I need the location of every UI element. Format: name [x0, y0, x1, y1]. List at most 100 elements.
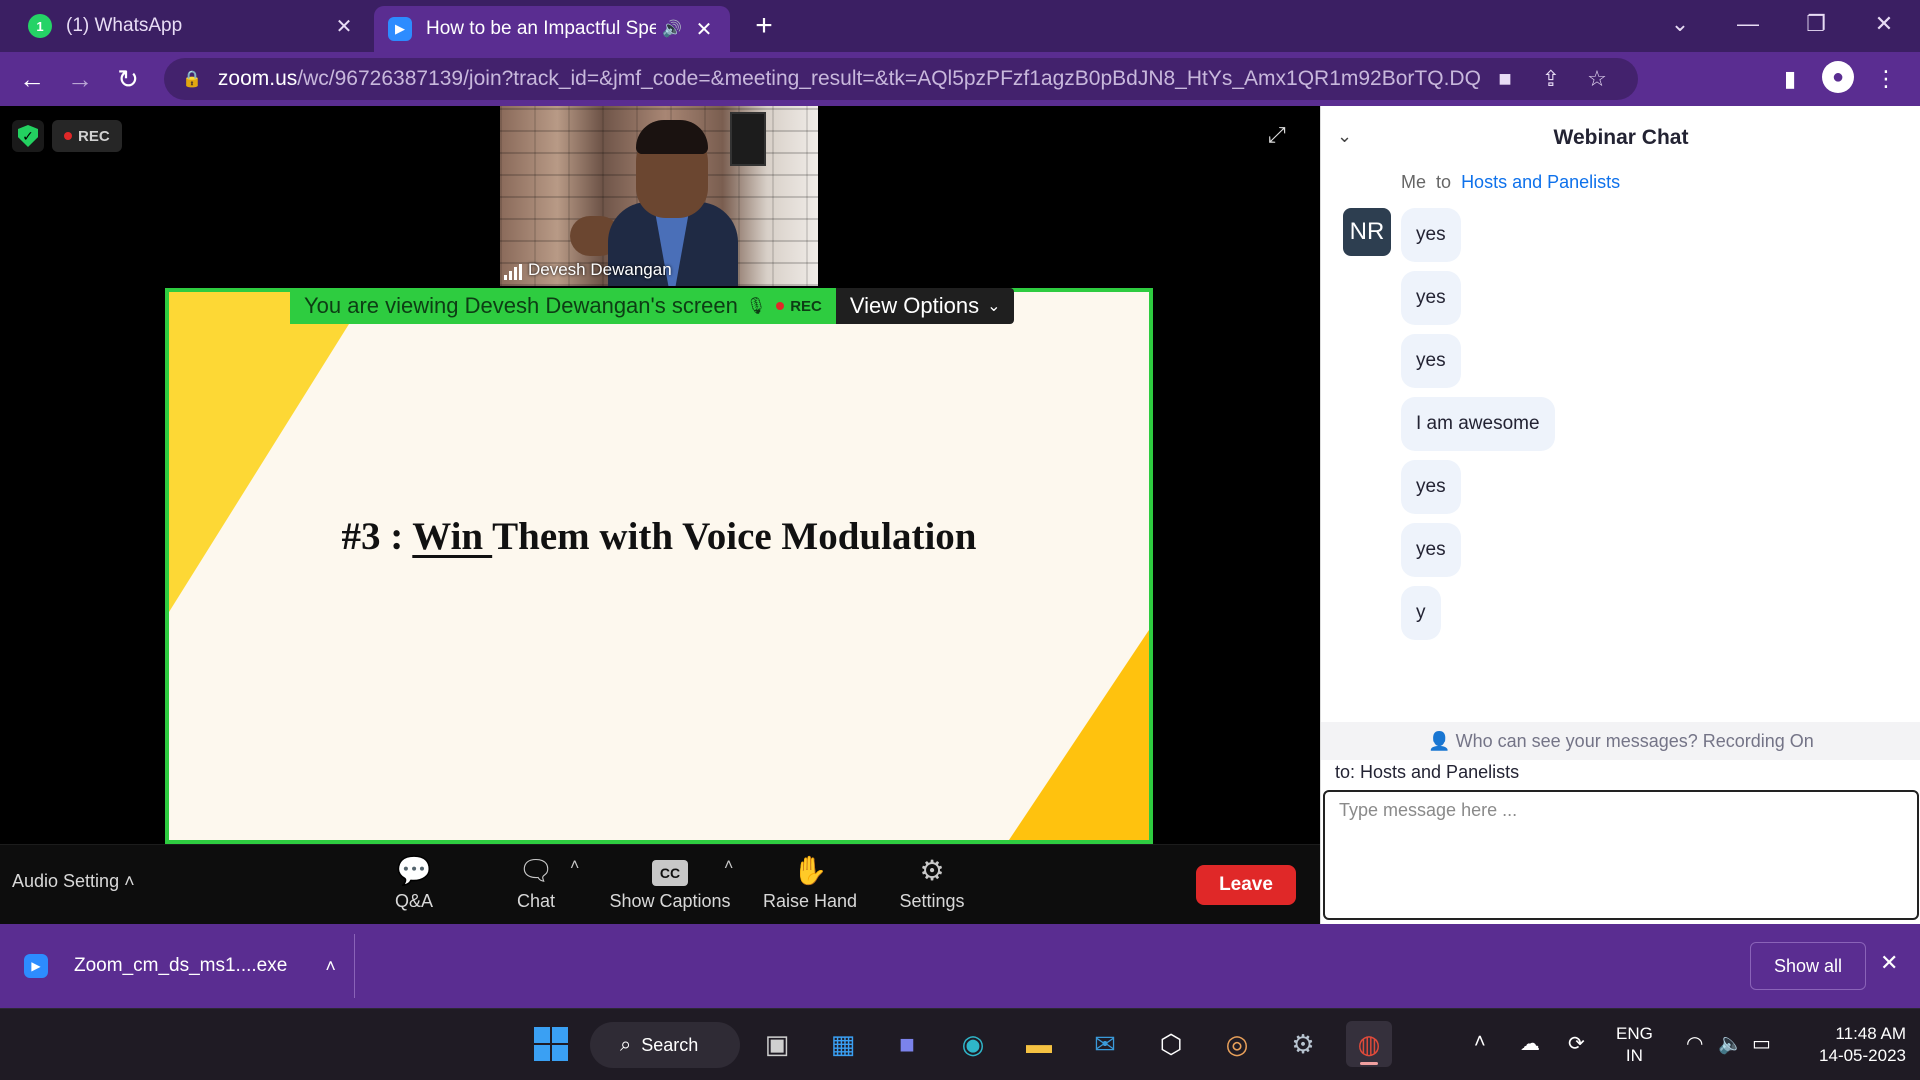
gear-icon: ⚙ — [919, 855, 945, 886]
qa-icon: 💬 — [396, 855, 432, 886]
viewing-banner: You are viewing Devesh Dewangan's screen… — [290, 288, 836, 324]
security-shield-icon[interactable]: ✓ — [12, 120, 44, 152]
screen-share-bar: You are viewing Devesh Dewangan's screen… — [290, 288, 1015, 324]
chevron-down-icon: ⌄ — [987, 298, 1001, 315]
media-player-icon[interactable]: ◎ — [1214, 1021, 1260, 1067]
new-tab-button[interactable]: + — [748, 8, 780, 44]
show-captions-button[interactable]: CC Show Captions ˄ — [600, 853, 740, 912]
raise-hand-button[interactable]: ✋ Raise Hand — [740, 853, 880, 912]
fullscreen-icon[interactable]: ⤢ — [1268, 122, 1286, 148]
clock[interactable]: 11:48 AM 14-05-2023 — [1796, 1023, 1906, 1067]
reload-icon[interactable]: ↻ — [110, 61, 146, 97]
windows-start-icon[interactable] — [528, 1021, 574, 1067]
people-icon: 👤 — [1428, 731, 1451, 751]
leave-button[interactable]: Leave — [1196, 865, 1296, 905]
chat-message: yes — [1401, 208, 1461, 262]
chrome-icon[interactable]: ◍ — [1346, 1021, 1392, 1067]
recording-badge: REC — [52, 120, 122, 152]
chat-message-meta: Me to Hosts and Panelists — [1401, 172, 1621, 192]
profile-avatar-icon[interactable]: ● — [1822, 61, 1854, 93]
app-icon[interactable]: ⬡ — [1148, 1021, 1194, 1067]
meeting-stage: ✓ REC ⤢ Devesh Dewangan #3 : Win Them wi… — [0, 106, 1320, 844]
close-icon[interactable]: ✕ — [1880, 950, 1898, 976]
battery-icon[interactable]: ▭ — [1752, 1031, 1771, 1056]
taskbar-search[interactable]: ⌕ Search — [590, 1022, 740, 1068]
close-tab-icon[interactable]: ✕ — [332, 14, 356, 39]
chevron-up-icon[interactable]: ˄ — [325, 956, 336, 977]
settings-button[interactable]: ⚙ Settings — [862, 853, 1002, 912]
qa-button[interactable]: 💬 Q&A — [344, 853, 484, 912]
restore-button[interactable]: ❐ — [1796, 6, 1836, 42]
webinar-chat-panel: ⌄ Webinar Chat Me to Hosts and Panelists… — [1320, 106, 1920, 924]
teams-chat-icon[interactable]: ■ — [884, 1021, 930, 1067]
forward-icon[interactable]: → — [62, 61, 98, 97]
browser-toolbar: ← → ↻ 🔒 zoom.us/wc/96726387139/join?trac… — [0, 52, 1920, 106]
address-bar[interactable]: 🔒 zoom.us/wc/96726387139/join?track_id=&… — [164, 58, 1638, 100]
sync-icon[interactable]: ⟳ — [1568, 1031, 1585, 1056]
hand-icon: ✋ — [792, 855, 828, 886]
chevron-up-icon[interactable]: ˄ — [1474, 1031, 1486, 1054]
bookmark-star-icon[interactable]: ☆ — [1574, 66, 1620, 92]
audio-setting-button[interactable]: Audio Setting ˄ — [12, 871, 135, 892]
divider — [354, 934, 355, 998]
lock-icon[interactable]: 🔒 — [182, 69, 202, 89]
chevron-up-icon[interactable]: ˄ — [570, 857, 579, 875]
close-window-button[interactable]: ✕ — [1864, 6, 1904, 42]
visibility-note[interactable]: 👤 Who can see your messages? Recording O… — [1321, 722, 1920, 760]
tab-zoom-webinar[interactable]: ▶ How to be an Impactful Spea 🔊 ✕ — [374, 6, 730, 52]
close-tab-icon[interactable]: ✕ — [692, 17, 716, 42]
wifi-icon[interactable]: ◠ — [1686, 1031, 1703, 1056]
mail-icon[interactable]: ✉ — [1082, 1021, 1128, 1067]
recipient-selector[interactable]: to: Hosts and Panelists — [1335, 762, 1519, 783]
share-icon[interactable]: ⇪ — [1528, 66, 1574, 92]
view-options-button[interactable]: View Options ⌄ — [835, 288, 1015, 324]
download-item[interactable]: ▶ Zoom_cm_ds_ms1....exe ˄ — [24, 942, 336, 990]
tab-whatsapp[interactable]: 1 (1) WhatsApp ✕ — [14, 6, 370, 46]
search-icon: ⌕ — [620, 1033, 632, 1056]
minimize-button[interactable]: — — [1728, 6, 1768, 42]
browser-menu-icon[interactable]: ⋮ — [1866, 61, 1906, 97]
chat-icon: 🗨 — [518, 855, 554, 886]
speaker-video-tile[interactable]: Devesh Dewangan — [500, 106, 818, 286]
url-text: zoom.us/wc/96726387139/join?track_id=&jm… — [217, 67, 1482, 90]
chat-message: yes — [1401, 523, 1461, 577]
browser-tab-strip: 1 (1) WhatsApp ✕ ▶ How to be an Impactfu… — [0, 0, 1920, 52]
zoom-icon: ▶ — [388, 17, 412, 41]
message-input[interactable] — [1323, 790, 1919, 920]
tab-title: (1) WhatsApp — [66, 15, 183, 36]
download-filename: Zoom_cm_ds_ms1....exe — [74, 955, 288, 976]
widgets-icon[interactable]: ▦ — [820, 1021, 866, 1067]
windows-taskbar: ⌕ Search ▣ ▦ ■ ◉ ▬ ✉ ⬡ ◎ ⚙ ◍ ˄ ☁ ⟳ ENG IN … — [0, 1008, 1920, 1080]
language-indicator[interactable]: ENG IN — [1616, 1023, 1653, 1067]
chat-message-list: yes yes yes I am awesome yes yes y — [1401, 208, 1555, 649]
chat-button[interactable]: 🗨 Chat ˄ — [466, 853, 606, 912]
signal-strength-icon — [504, 264, 522, 280]
camera-icon[interactable]: ■ — [1482, 66, 1528, 92]
shared-screen: #3 : Win Them with Voice Modulation — [165, 288, 1153, 844]
captions-icon: CC — [652, 859, 688, 886]
whatsapp-icon: 1 — [28, 14, 52, 38]
show-all-button[interactable]: Show all — [1750, 942, 1866, 990]
chat-message: y — [1401, 586, 1441, 640]
tab-title: How to be an Impactful Spea — [426, 18, 657, 39]
file-explorer-icon[interactable]: ▬ — [1016, 1021, 1062, 1067]
onedrive-icon[interactable]: ☁ — [1520, 1031, 1540, 1056]
speaker-icon[interactable]: 🔊 — [662, 19, 682, 39]
chat-title: Webinar Chat — [1553, 126, 1689, 149]
chevron-up-icon[interactable]: ˄ — [724, 857, 733, 875]
back-icon[interactable]: ← — [14, 61, 50, 97]
chat-message: yes — [1401, 271, 1461, 325]
meeting-controls: Audio Setting ˄ 💬 Q&A 🗨 Chat ˄ CC Show Capt… — [0, 844, 1320, 924]
tab-search-icon[interactable]: ⌄ — [1660, 6, 1700, 42]
speaker-name-label: Devesh Dewangan — [504, 260, 672, 280]
task-view-icon[interactable]: ▣ — [754, 1021, 800, 1067]
zoom-icon: ▶ — [24, 954, 48, 978]
slide-title: #3 : Win Them with Voice Modulation — [341, 515, 977, 558]
avatar: NR — [1343, 208, 1391, 256]
side-panel-icon[interactable]: ▮ — [1770, 61, 1810, 97]
chat-message: yes — [1401, 334, 1461, 388]
settings-gear-icon[interactable]: ⚙ — [1280, 1021, 1326, 1067]
volume-icon[interactable]: 🔈 — [1718, 1031, 1743, 1056]
chat-message: yes — [1401, 460, 1461, 514]
edge-icon[interactable]: ◉ — [950, 1021, 996, 1067]
